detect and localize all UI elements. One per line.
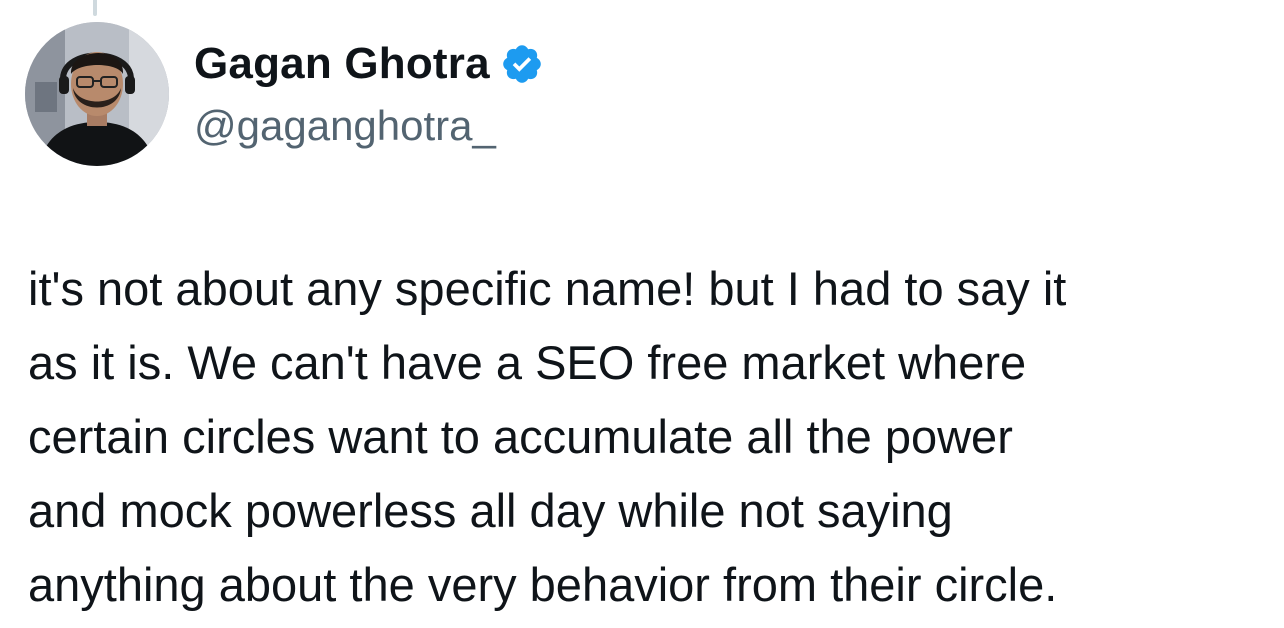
tweet-text-line: certain circles want to accumulate all t… bbox=[28, 410, 1013, 463]
profile-photo bbox=[25, 22, 169, 166]
tweet-text: it's not about any specific name! but I … bbox=[28, 252, 1268, 622]
author-handle[interactable]: @gaganghotra_ bbox=[194, 98, 544, 154]
thread-connector-line bbox=[93, 0, 97, 16]
tweet-text-line: it's not about any specific name! but I … bbox=[28, 262, 1067, 315]
tweet-text-line: anything about the very behavior from th… bbox=[28, 558, 1058, 611]
tweet-text-line: as it is. We can't have a SEO free marke… bbox=[28, 336, 1027, 389]
author-name-row: Gagan Ghotra bbox=[194, 36, 544, 92]
author-display-name[interactable]: Gagan Ghotra bbox=[194, 36, 490, 92]
avatar[interactable] bbox=[25, 22, 169, 166]
verified-badge-icon[interactable] bbox=[500, 42, 544, 86]
tweet-text-line: and mock powerless all day while not say… bbox=[28, 484, 953, 537]
tweet-author-header: Gagan Ghotra @gaganghotra_ bbox=[194, 36, 544, 154]
